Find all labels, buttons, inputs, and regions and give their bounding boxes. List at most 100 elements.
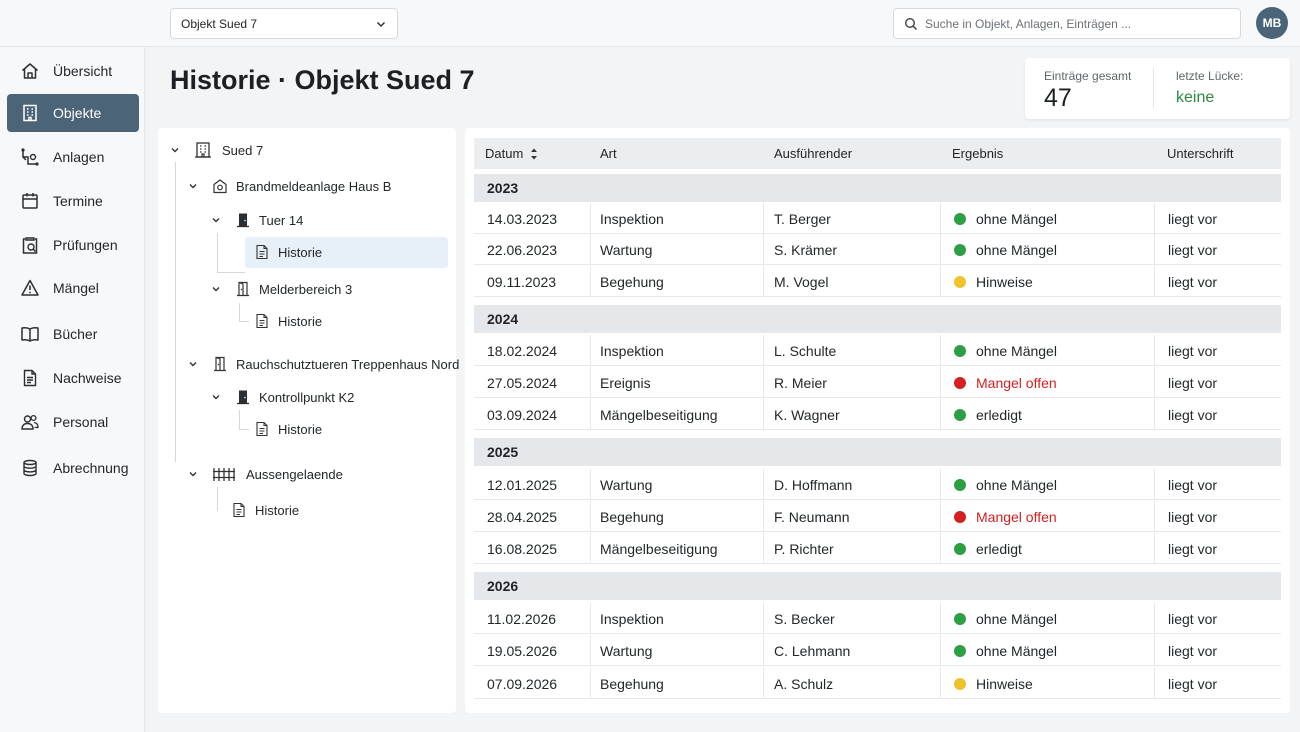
- tree-node-historie-4[interactable]: Historie: [231, 502, 299, 518]
- door-icon: [237, 213, 249, 228]
- nav-item-buecher[interactable]: Bücher: [7, 315, 139, 353]
- column-divider: [763, 203, 764, 234]
- cell-art: Inspektion: [600, 343, 664, 359]
- chevron-down-icon[interactable]: [188, 181, 198, 191]
- year-label: 2023: [487, 180, 519, 196]
- table-row[interactable]: 19.05.2026 Wartung C. Lehmann liegt vor ohne…: [474, 635, 1281, 666]
- cell-ausfuehrender: S. Krämer: [774, 242, 838, 258]
- nav-item-nachweise[interactable]: Nachweise: [7, 359, 139, 397]
- nav-item-maengel[interactable]: Mängel: [7, 269, 139, 307]
- nav-item-abrechnung[interactable]: Abrechnung: [7, 449, 139, 487]
- table-row[interactable]: 27.05.2024 Ereignis R. Meier liegt vor Mange…: [474, 367, 1281, 398]
- nav-item-personal[interactable]: Personal: [7, 403, 139, 441]
- nav-label: Personal: [53, 414, 109, 430]
- tree-node-brandmeldeanlage[interactable]: Brandmeldeanlage Haus B: [188, 178, 391, 194]
- status-dot: [954, 345, 966, 357]
- cell-ausfuehrender: M. Vogel: [774, 274, 829, 290]
- cell-art: Mängelbeseitigung: [600, 541, 718, 557]
- cell-art: Begehung: [600, 509, 664, 525]
- chevron-down-icon[interactable]: [211, 392, 221, 402]
- column-divider: [763, 469, 764, 500]
- nav-label: Mängel: [53, 280, 99, 296]
- column-divider: [590, 203, 591, 234]
- cell-datum: 03.09.2024: [487, 407, 558, 423]
- year-label: 2024: [487, 311, 519, 327]
- cell-art: Wartung: [600, 477, 653, 493]
- table-row[interactable]: 09.11.2023 Begehung M. Vogel liegt vor Hinwe…: [474, 266, 1281, 297]
- home-icon: [22, 63, 38, 79]
- door-open-icon: [237, 281, 249, 297]
- cell-art: Mängelbeseitigung: [600, 407, 718, 423]
- fire-alarm-icon: [213, 179, 227, 194]
- column-divider: [1154, 335, 1155, 366]
- column-divider: [940, 635, 941, 666]
- chevron-down-icon[interactable]: [211, 284, 221, 294]
- chevron-down-icon[interactable]: [170, 145, 180, 155]
- cell-datum: 18.02.2024: [487, 343, 558, 359]
- stat-gap-label: letzte Lücke:: [1176, 69, 1244, 83]
- tree-node-historie-1[interactable]: Historie: [254, 244, 322, 260]
- tree-node-historie-2[interactable]: Historie: [254, 313, 322, 329]
- status-dot: [954, 645, 966, 657]
- column-header-unterschrift[interactable]: Unterschrift: [1167, 146, 1233, 161]
- cell-ausfuehrender: K. Wagner: [774, 407, 840, 423]
- cell-ausfuehrender: F. Neumann: [774, 509, 850, 525]
- object-select[interactable]: Objekt Sued 7: [170, 8, 398, 39]
- tree-node-rauchschutztueren[interactable]: Rauchschutztueren Treppenhaus Nord: [188, 356, 459, 372]
- stat-entries-value: 47: [1044, 84, 1072, 112]
- tree-node-root[interactable]: Sued 7: [170, 141, 263, 159]
- status-dot: [954, 276, 966, 288]
- tree-node-historie-3[interactable]: Historie: [254, 421, 322, 437]
- year-group-row: 2026: [474, 572, 1281, 600]
- nav-item-objekte[interactable]: Objekte: [7, 94, 139, 132]
- cell-art: Inspektion: [600, 611, 664, 627]
- tree-node-label: Rauchschutztueren Treppenhaus Nord: [236, 356, 460, 372]
- nav-item-termine[interactable]: Termine: [7, 182, 139, 220]
- table-row[interactable]: 16.08.2025 Mängelbeseitigung P. Richter lie…: [474, 533, 1281, 564]
- table-row[interactable]: 28.04.2025 Begehung F. Neumann liegt vor Man…: [474, 501, 1281, 532]
- column-header-art[interactable]: Art: [600, 146, 617, 161]
- cell-art: Wartung: [600, 242, 653, 258]
- column-header-ergebnis[interactable]: Ergebnis: [952, 146, 1003, 161]
- tree-node-label: Sued 7: [222, 142, 264, 158]
- chevron-down-icon[interactable]: [211, 215, 221, 225]
- nav-item-pruefungen[interactable]: Prüfungen: [7, 226, 139, 264]
- column-divider: [590, 603, 591, 634]
- column-divider: [1154, 603, 1155, 634]
- table-row[interactable]: 07.09.2026 Begehung A. Schulz liegt vor Hinw…: [474, 668, 1281, 699]
- sort-icon[interactable]: [529, 147, 539, 161]
- column-divider: [940, 234, 941, 265]
- chevron-down-icon[interactable]: [188, 359, 198, 369]
- tree-node-label: Historie: [278, 244, 323, 260]
- nav-item-uebersicht[interactable]: Übersicht: [7, 52, 139, 90]
- table-row[interactable]: 03.09.2024 Mängelbeseitigung K. Wagner lieg…: [474, 399, 1281, 430]
- column-divider: [940, 335, 941, 366]
- tree-node-aussengelaende[interactable]: Aussengelaende: [188, 465, 343, 483]
- column-divider: [940, 501, 941, 532]
- search-box[interactable]: [893, 8, 1241, 39]
- table-row[interactable]: 22.06.2023 Wartung S. Krämer liegt vor ohne …: [474, 234, 1281, 265]
- tree-node-tuer-14[interactable]: Tuer 14: [211, 212, 303, 228]
- nav-item-anlagen[interactable]: Anlagen: [7, 138, 139, 176]
- column-divider: [590, 367, 591, 398]
- table-row[interactable]: 14.03.2023 Inspektion T. Berger liegt vor oh…: [474, 203, 1281, 234]
- avatar[interactable]: MB: [1256, 7, 1288, 39]
- table-row[interactable]: 11.02.2026 Inspektion S. Becker liegt vor oh…: [474, 603, 1281, 634]
- table-row[interactable]: 18.02.2024 Inspektion L. Schulte liegt vor o…: [474, 335, 1281, 366]
- column-divider: [763, 533, 764, 564]
- nav-label: Übersicht: [53, 63, 113, 79]
- column-header-datum[interactable]: Datum: [485, 146, 539, 161]
- cell-unterschrift: liegt vor: [1168, 407, 1218, 423]
- search-input[interactable]: [925, 16, 1230, 31]
- chevron-down-icon[interactable]: [188, 469, 198, 479]
- column-header-label: Ausführender: [774, 146, 853, 161]
- column-header-ausfuehrender[interactable]: Ausführender: [774, 146, 852, 161]
- column-divider: [1154, 399, 1155, 430]
- tree-node-label: Historie: [278, 313, 323, 329]
- door-icon: [237, 390, 249, 405]
- table-row[interactable]: 12.01.2025 Wartung D. Hoffmann liegt vor ohn…: [474, 469, 1281, 500]
- tree-node-melderbereich[interactable]: Melderbereich 3: [211, 281, 352, 297]
- cell-datum: 16.08.2025: [487, 541, 558, 557]
- tree-node-kontrollpunkt[interactable]: Kontrollpunkt K2: [211, 389, 354, 405]
- nav-label: Objekte: [53, 105, 102, 121]
